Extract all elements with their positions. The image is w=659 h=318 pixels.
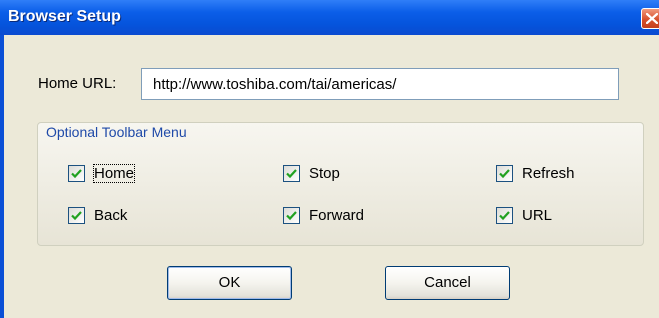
checkbox-refresh-box[interactable] — [496, 165, 513, 182]
dialog-body: Home URL: Optional Toolbar Menu Home Sto… — [4, 35, 659, 318]
checkmark-icon — [286, 169, 297, 179]
checkbox-forward-box[interactable] — [283, 207, 300, 224]
close-icon — [646, 13, 658, 24]
checkmark-icon — [71, 169, 82, 179]
optional-toolbar-title: Optional Toolbar Menu — [46, 124, 187, 140]
ok-button[interactable]: OK — [167, 266, 292, 300]
optional-toolbar-groupbox — [37, 122, 644, 246]
checkmark-icon — [71, 211, 82, 221]
window-title: Browser Setup — [8, 8, 121, 25]
checkbox-home-label[interactable]: Home — [92, 164, 136, 183]
checkbox-back-box[interactable] — [68, 207, 85, 224]
checkbox-forward-label[interactable]: Forward — [309, 207, 364, 224]
home-url-label: Home URL: — [38, 75, 117, 92]
title-bar[interactable]: Browser Setup — [0, 0, 659, 35]
checkmark-icon — [499, 169, 510, 179]
checkbox-stop-label[interactable]: Stop — [309, 165, 340, 182]
checkbox-stop-box[interactable] — [283, 165, 300, 182]
checkbox-refresh-label[interactable]: Refresh — [522, 165, 575, 182]
cancel-button[interactable]: Cancel — [385, 266, 510, 300]
checkmark-icon — [286, 211, 297, 221]
checkbox-home-box[interactable] — [68, 165, 85, 182]
close-button[interactable] — [641, 8, 659, 29]
checkbox-url-box[interactable] — [496, 207, 513, 224]
home-url-input[interactable] — [141, 68, 619, 100]
checkbox-url-label[interactable]: URL — [522, 207, 552, 224]
checkmark-icon — [499, 211, 510, 221]
browser-setup-window: Browser Setup Home URL: Optional Toolbar… — [0, 0, 659, 318]
checkbox-back-label[interactable]: Back — [94, 207, 127, 224]
